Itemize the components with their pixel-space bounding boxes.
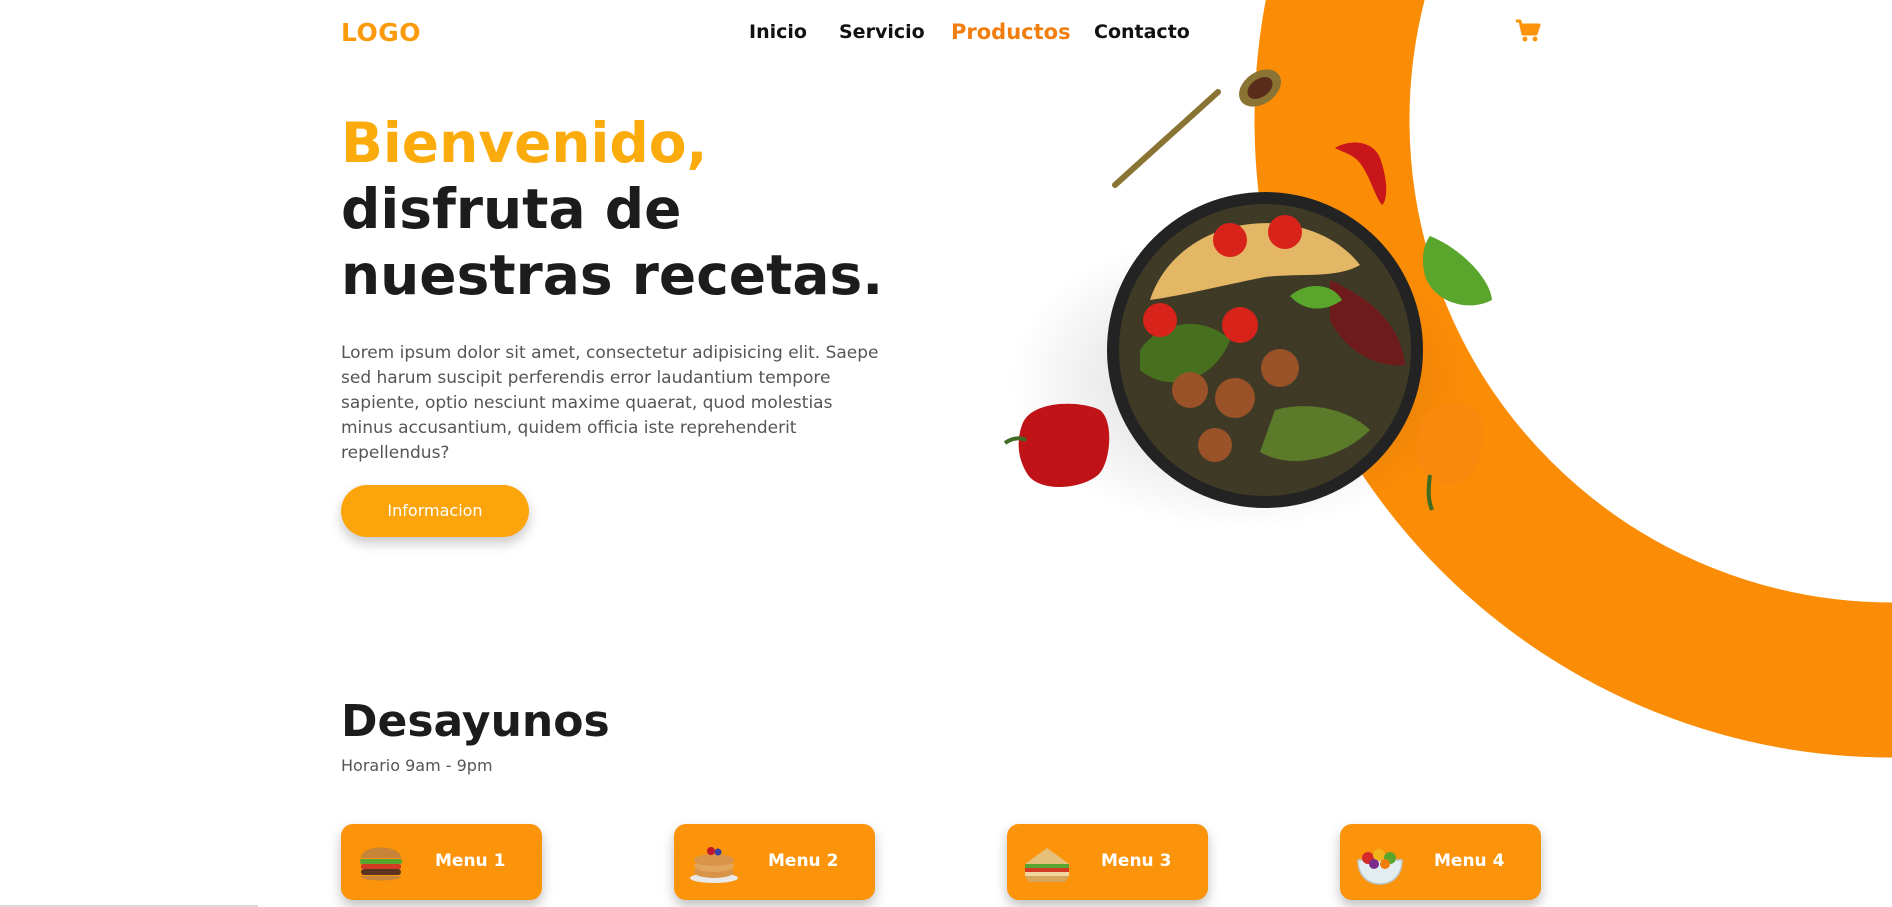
menu-card-3[interactable]: Menu 3	[1007, 824, 1208, 900]
nav-servicio[interactable]: Servicio	[839, 21, 925, 43]
section-title: Desayunos	[341, 696, 610, 747]
pancakes-icon	[690, 847, 738, 883]
chili-pepper-image	[1335, 142, 1387, 205]
nav-contacto[interactable]: Contacto	[1094, 21, 1190, 43]
sandwich-icon	[1025, 848, 1069, 882]
food-plate-image	[1003, 69, 1492, 530]
section-subtitle: Horario 9am - 9pm	[341, 756, 493, 775]
menu-card-4[interactable]: Menu 4	[1340, 824, 1541, 900]
spoon-image	[1112, 69, 1281, 188]
menu-card-label: Menu 1	[435, 851, 506, 871]
pasta-bowl-image	[1107, 192, 1423, 508]
shopping-cart-icon[interactable]	[1514, 16, 1542, 44]
basil-leaf-image	[1422, 236, 1492, 306]
hero-title-line-2: disfruta de	[341, 177, 682, 241]
site-header: LOGO Inicio Servicio Productos Contacto	[0, 0, 1892, 66]
fruit-salad-icon	[1357, 849, 1403, 885]
menu-card-2[interactable]: Menu 2	[674, 824, 875, 900]
nav-productos[interactable]: Productos	[951, 20, 1071, 44]
menu-card-1[interactable]: Menu 1	[341, 824, 542, 900]
hero-title: Bienvenido, disfruta de nuestras recetas…	[341, 110, 883, 308]
hero-title-line-3: nuestras recetas.	[341, 243, 884, 307]
burger-icon	[360, 847, 402, 881]
decorative-orange-arc	[1254, 0, 1892, 758]
menu-card-label: Menu 2	[768, 851, 839, 871]
nav-inicio[interactable]: Inicio	[749, 21, 807, 43]
logo[interactable]: LOGO	[341, 18, 421, 47]
hero-title-accent: Bienvenido,	[341, 111, 708, 175]
info-button[interactable]: Informacion	[341, 485, 529, 537]
menu-card-label: Menu 4	[1434, 851, 1505, 871]
orange-bell-pepper-image	[1416, 404, 1483, 511]
hero-description: Lorem ipsum dolor sit amet, consectetur …	[341, 343, 879, 463]
menu-card-label: Menu 3	[1101, 851, 1172, 871]
